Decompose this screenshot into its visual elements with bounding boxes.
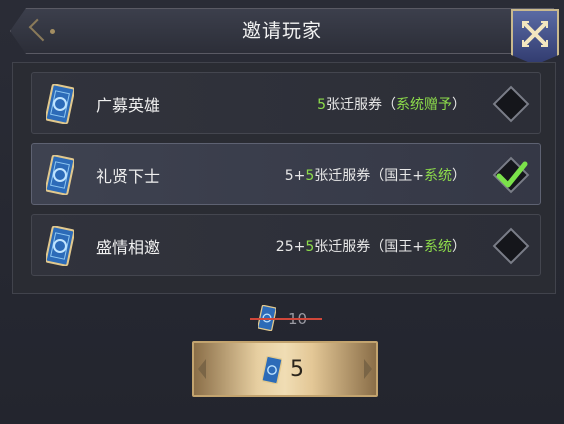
confirm-invite-button[interactable]: 5: [192, 341, 378, 397]
left-arrow-ornament-icon: [198, 359, 206, 379]
transfer-ticket-icon: [46, 155, 74, 195]
option-name: 礼贤下士: [96, 167, 161, 186]
option-reward-description: 5张迁服券（系统赠予）: [317, 94, 466, 114]
transfer-ticket-icon: [46, 84, 74, 124]
invite-player-dialog: 邀请玩家 广募英雄 5张迁服券（系统赠予） 礼贤下士 5+5张迁服券（国王+系统） …: [0, 0, 564, 424]
reward-text-part: ）: [452, 168, 466, 184]
checkmark-icon: [496, 161, 528, 188]
original-cost: 10: [250, 303, 330, 333]
dialog-title: 邀请玩家: [241, 20, 322, 42]
current-cost-value: 5: [290, 357, 304, 382]
right-arrow-ornament-icon: [364, 359, 372, 379]
reward-text-part: ）: [452, 239, 466, 255]
option-name: 广募英雄: [96, 96, 161, 115]
reward-text-part: 5: [305, 239, 315, 255]
option-checkbox[interactable]: [492, 227, 530, 265]
close-button[interactable]: [511, 9, 559, 65]
transfer-ticket-icon: [262, 356, 282, 384]
reward-text-part: ）: [452, 97, 466, 113]
reward-text-part: 5+: [284, 168, 306, 184]
reward-text-part: 系统: [424, 168, 452, 184]
reward-text-part: 系统赠予: [396, 97, 452, 113]
option-name: 盛情相邀: [96, 238, 161, 257]
close-x-icon: [522, 21, 548, 47]
reward-text-part: 5: [317, 97, 326, 113]
strikethrough-line: [250, 318, 322, 320]
reward-text-part: 张迁服券（国王+: [314, 168, 424, 184]
reward-text-part: 系统: [424, 239, 452, 255]
reward-text-part: 25+: [275, 239, 306, 255]
option-row-recruit-heroes[interactable]: 广募英雄 5张迁服券（系统赠予）: [31, 72, 541, 134]
option-reward-description: 5+5张迁服券（国王+系统）: [285, 165, 466, 185]
reward-text-part: 5: [305, 168, 315, 184]
option-row-courteous-invite[interactable]: 礼贤下士 5+5张迁服券（国王+系统）: [31, 143, 541, 205]
option-row-warm-invite[interactable]: 盛情相邀 25+5张迁服券（国王+系统）: [31, 214, 541, 276]
reward-text-part: 张迁服券（国王+: [314, 239, 424, 255]
options-panel: 广募英雄 5张迁服券（系统赠予） 礼贤下士 5+5张迁服券（国王+系统） 盛情相邀 2…: [12, 62, 556, 294]
reward-text-part: 张迁服券（: [326, 97, 396, 113]
option-reward-description: 25+5张迁服券（国王+系统）: [276, 236, 466, 256]
option-checkbox[interactable]: [492, 85, 530, 123]
transfer-ticket-icon: [46, 226, 74, 266]
